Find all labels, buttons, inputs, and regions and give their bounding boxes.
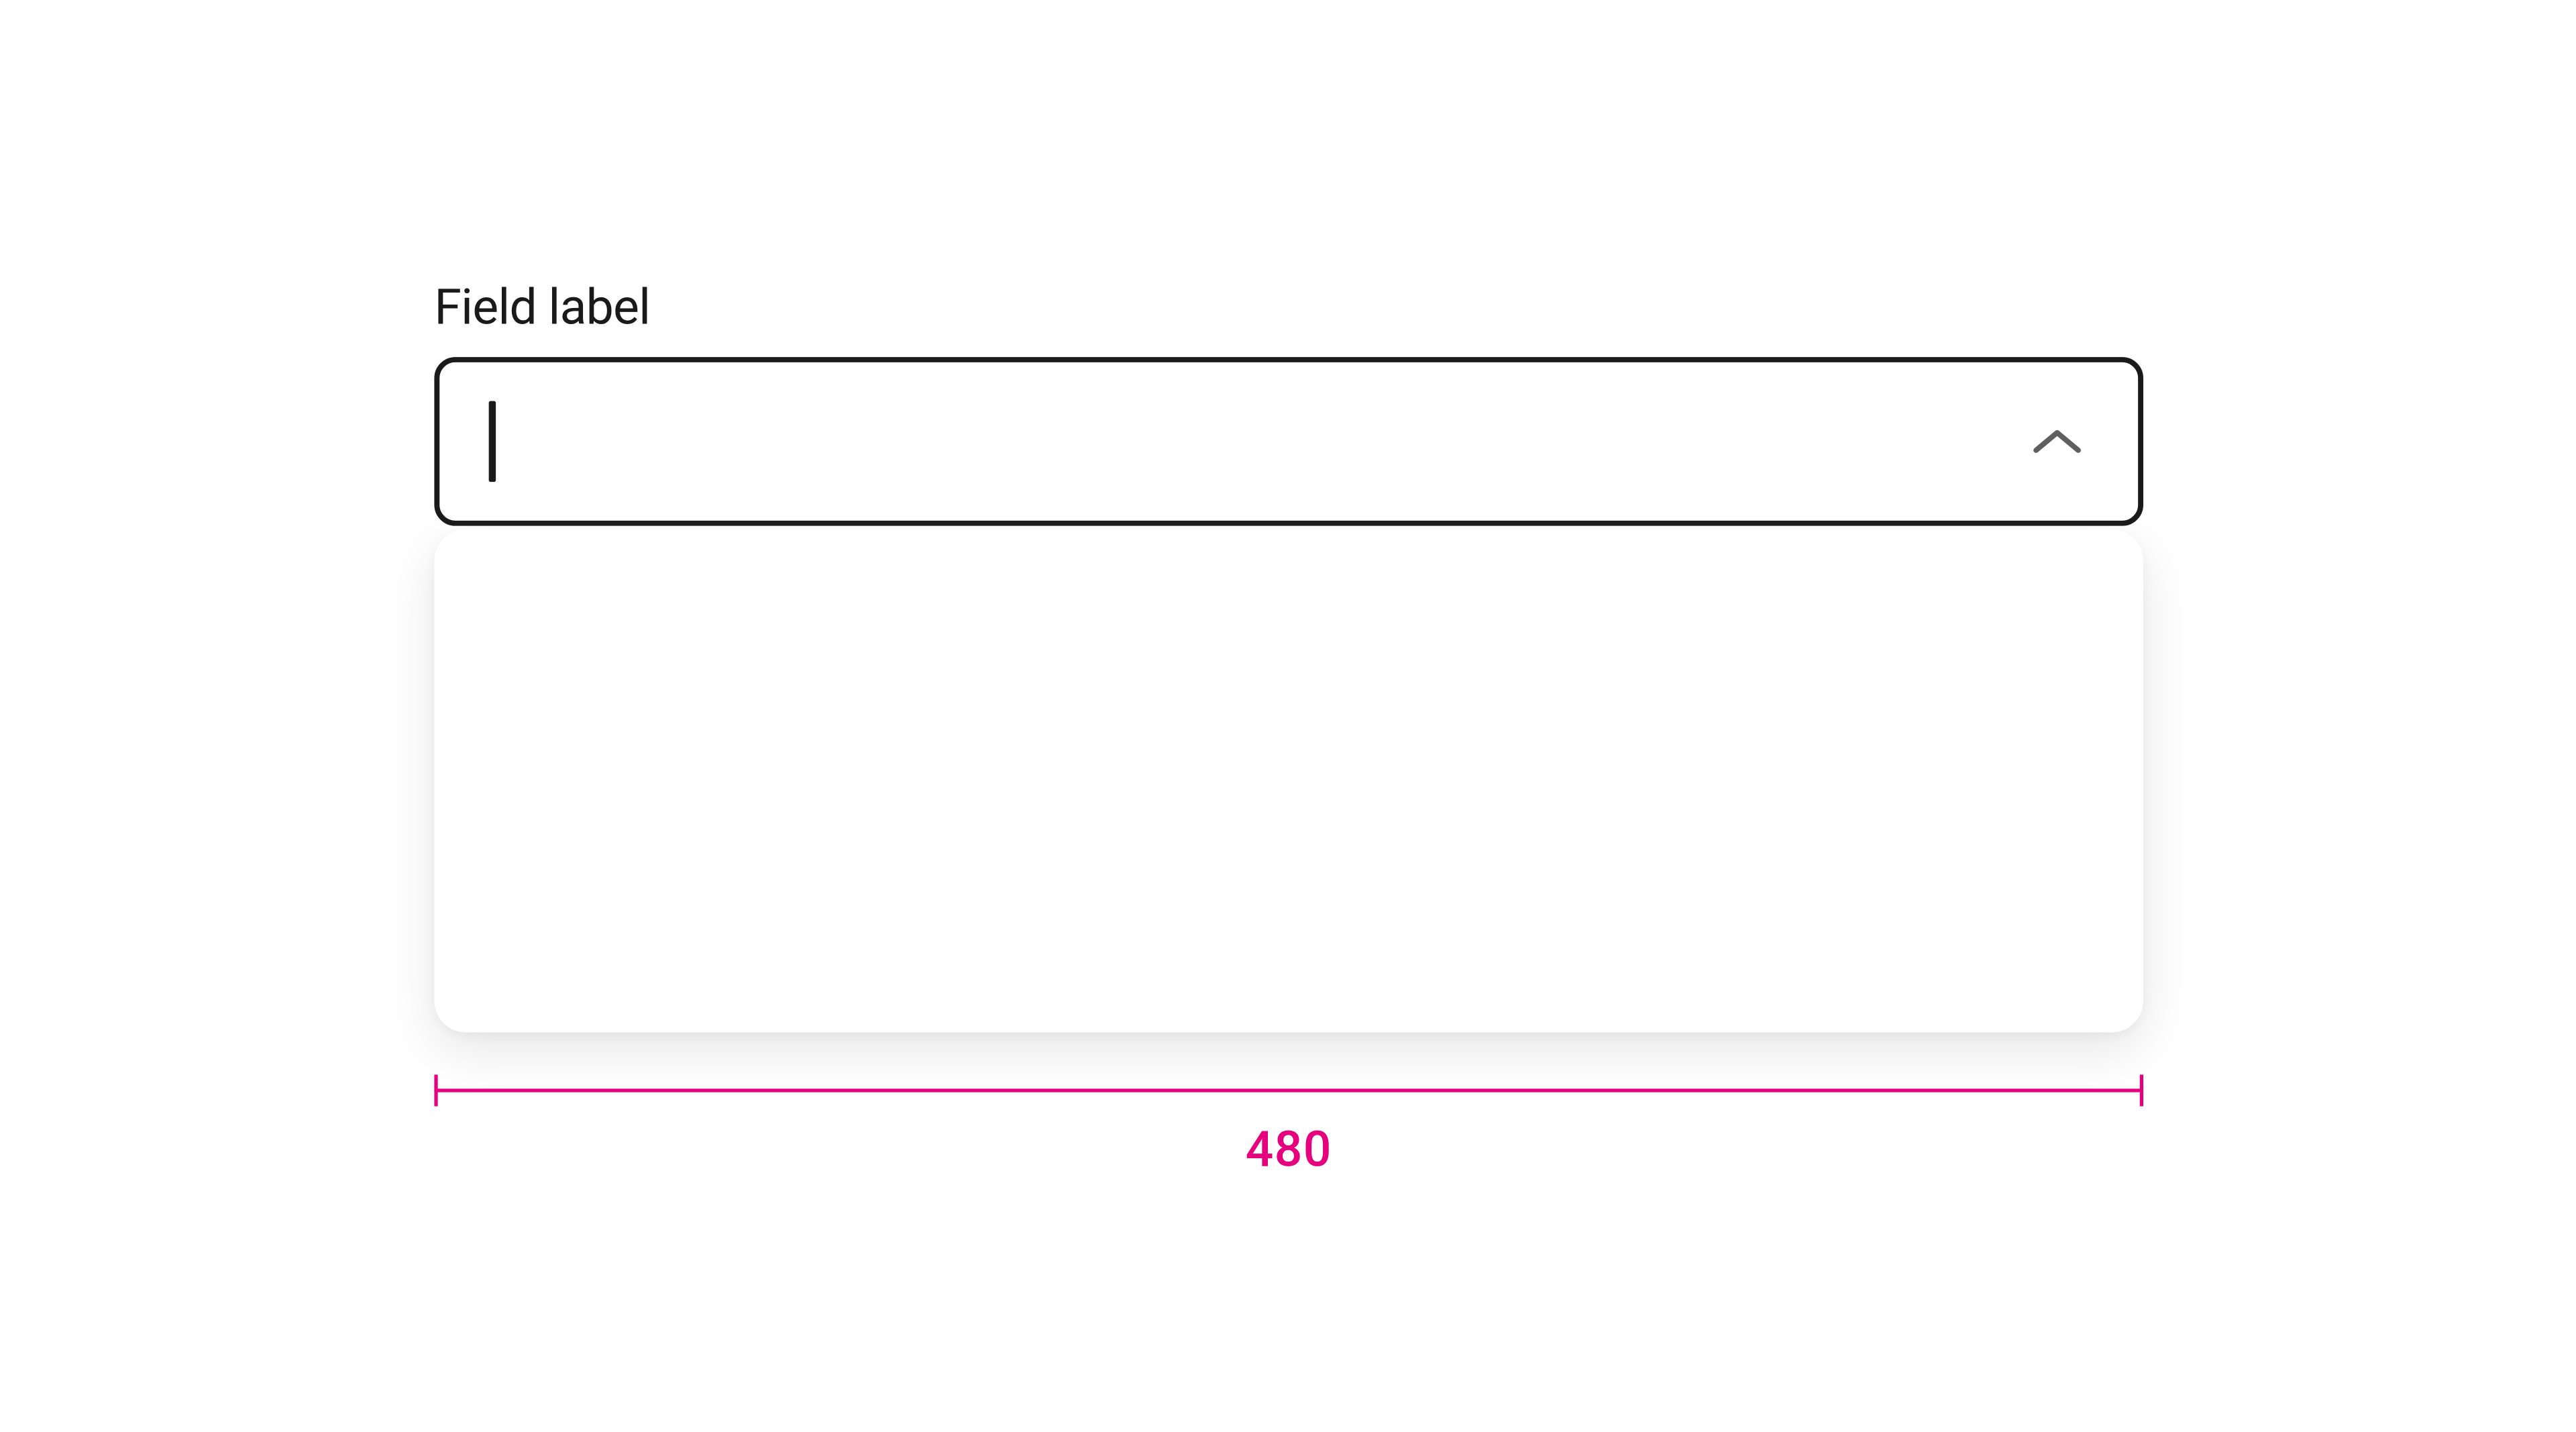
field-label: Field label [434,278,2143,336]
dimension-value: 480 [434,1121,2143,1178]
text-cursor [489,401,495,482]
dimension-line [434,1088,2143,1092]
chevron-up-icon[interactable] [2025,410,2088,473]
width-dimension-annotation: 480 [434,1088,2143,1178]
combobox-input[interactable] [434,357,2143,526]
combobox-spec: Field label 480 [434,278,2143,1032]
dropdown-panel[interactable] [434,529,2143,1033]
